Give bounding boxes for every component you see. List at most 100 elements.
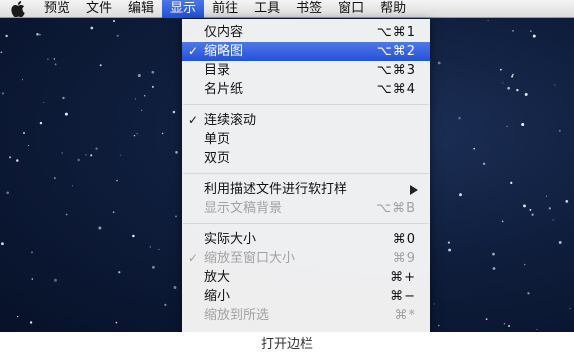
menu-item-shortcut: ⌘* [394, 308, 416, 323]
star [507, 86, 511, 90]
checkmark-icon: ✓ [188, 44, 199, 58]
apple-logo-icon[interactable] [0, 0, 36, 18]
menu-item-label: 显示文稿背景 [204, 201, 283, 216]
menu-item-shortcut: ⌘0 [392, 232, 416, 247]
menu-item-zoom-to-fit: ✓ 缩放至窗口大小 ⌘9 [182, 249, 430, 268]
star [151, 70, 155, 74]
star [151, 265, 155, 269]
star [120, 154, 122, 156]
star [565, 200, 569, 203]
menu-item-label: 名片纸 [204, 82, 244, 97]
menu-edit[interactable]: 编辑 [120, 0, 162, 18]
menu-separator [183, 223, 429, 224]
star [112, 211, 115, 213]
star [54, 177, 56, 179]
star [39, 121, 43, 125]
menu-item-table-of-contents[interactable]: 目录 ⌥⌘3 [182, 61, 430, 80]
menu-tools[interactable]: 工具 [246, 0, 288, 18]
star [524, 92, 528, 96]
star [53, 58, 55, 60]
menu-item-thumbnails[interactable]: ✓ 缩略图 ⌥⌘2 [182, 42, 430, 61]
star [158, 248, 160, 250]
star [512, 73, 514, 76]
star [511, 75, 514, 78]
menu-item-shortcut: ⌥⌘3 [376, 63, 416, 78]
star [523, 204, 526, 208]
star [529, 208, 532, 211]
view-menu-dropdown: 仅内容 ⌥⌘1 ✓ 缩略图 ⌥⌘2 目录 ⌥⌘3 名片纸 ⌥⌘4 ✓ 连续滚动 … [182, 19, 430, 332]
menu-item-continuous-scroll[interactable]: ✓ 连续滚动 [182, 111, 430, 130]
menu-preview[interactable]: 预览 [36, 0, 78, 18]
star [164, 303, 167, 306]
star [569, 308, 571, 310]
star [527, 292, 530, 295]
star [137, 74, 141, 77]
menu-item-shortcut: ⌘− [390, 289, 416, 304]
star [133, 134, 136, 137]
star [29, 321, 33, 324]
menu-item-zoom-to-selection: 缩放到所选 ⌘* [182, 306, 430, 325]
star [64, 112, 68, 116]
star [116, 179, 118, 182]
star [516, 88, 519, 92]
star [21, 79, 23, 81]
star [545, 195, 547, 197]
menu-item-zoom-in[interactable]: 放大 ⌘+ [182, 268, 430, 287]
star [143, 94, 146, 97]
menu-item-label: 放大 [204, 270, 231, 285]
star [438, 324, 440, 327]
menu-item-contact-sheet[interactable]: 名片纸 ⌥⌘4 [182, 80, 430, 99]
menu-go[interactable]: 前往 [204, 0, 246, 18]
menu-item-label: 缩小 [204, 289, 231, 304]
menu-bookmarks[interactable]: 书签 [288, 0, 330, 18]
star [115, 321, 118, 324]
star [473, 147, 476, 150]
star [1, 92, 5, 95]
star [175, 215, 177, 218]
menu-window[interactable]: 窗口 [330, 0, 372, 18]
menu-item-content-only[interactable]: 仅内容 ⌥⌘1 [182, 23, 430, 42]
menu-item-soft-proof[interactable]: 利用描述文件进行软打样 [182, 180, 430, 199]
star [437, 61, 441, 65]
star [536, 329, 538, 330]
menu-item-two-pages[interactable]: 双页 [182, 149, 430, 168]
menu-bar: 预览 文件 编辑 显示 前往 工具 书签 窗口 帮助 [0, 0, 574, 18]
star [98, 226, 102, 230]
desktop: 预览 文件 编辑 显示 前往 工具 书签 窗口 帮助 仅内容 ⌥⌘1 ✓ 缩略图… [0, 0, 574, 332]
menu-separator [183, 104, 429, 105]
menu-help[interactable]: 帮助 [372, 0, 414, 18]
menu-item-actual-size[interactable]: 实际大小 ⌘0 [182, 230, 430, 249]
star [39, 33, 41, 36]
star [134, 98, 136, 100]
star [31, 251, 33, 253]
star [149, 246, 151, 248]
star [512, 30, 514, 32]
star [47, 58, 49, 60]
star [502, 82, 504, 84]
star [510, 181, 513, 184]
star [85, 154, 87, 156]
star [485, 318, 488, 320]
star [172, 110, 176, 114]
star [501, 220, 504, 223]
menu-item-shortcut: ⌥⌘4 [376, 82, 416, 97]
star [140, 109, 143, 112]
star [54, 278, 57, 282]
star [161, 132, 164, 135]
menu-item-show-document-background: 显示文稿背景 ⌥⌘B [182, 199, 430, 218]
star [151, 85, 154, 88]
star [16, 159, 19, 162]
menu-item-shortcut: ⌘+ [390, 270, 416, 285]
menu-item-shortcut: ⌥⌘B [376, 201, 416, 216]
menu-separator [183, 173, 429, 174]
menu-item-zoom-out[interactable]: 缩小 ⌘− [182, 287, 430, 306]
menu-item-shortcut: ⌥⌘2 [376, 44, 416, 59]
star [458, 116, 461, 120]
menu-item-shortcut: ⌥⌘1 [376, 25, 416, 40]
menu-item-single-page[interactable]: 单页 [182, 130, 430, 149]
star [65, 213, 68, 216]
menu-view[interactable]: 显示 [162, 0, 205, 18]
menu-item-shortcut: ⌘9 [392, 251, 416, 266]
star [173, 286, 177, 289]
menu-file[interactable]: 文件 [78, 0, 120, 18]
